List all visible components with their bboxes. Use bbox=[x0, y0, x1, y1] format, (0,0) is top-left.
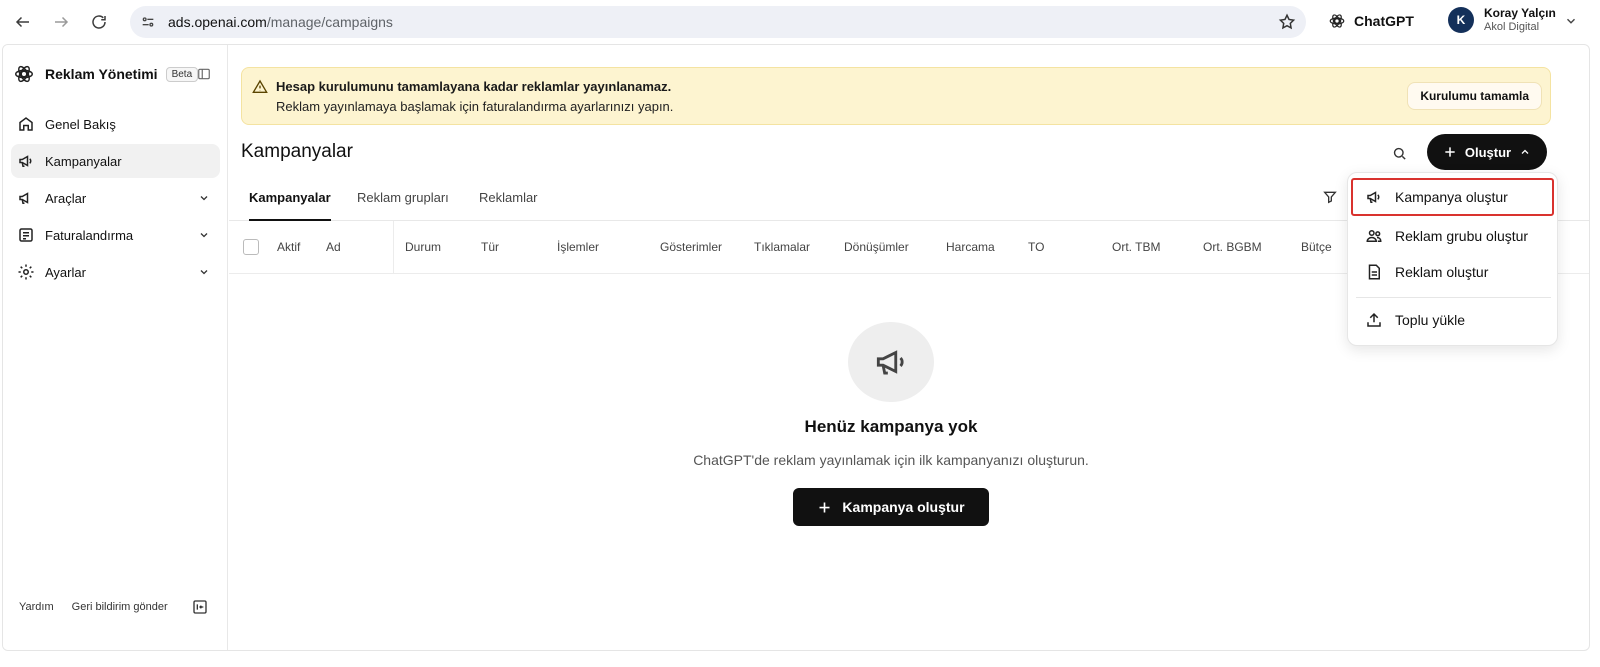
sidebar-footer: Yardım Geri bildirim gönder bbox=[19, 599, 219, 615]
beta-badge: Beta bbox=[165, 66, 199, 82]
create-campaign-label: Kampanya oluştur bbox=[842, 499, 965, 515]
tab-campaigns[interactable]: Kampanyalar bbox=[249, 190, 331, 205]
openai-logo-icon bbox=[13, 63, 35, 85]
chatgpt-label: ChatGPT bbox=[1354, 13, 1414, 29]
main-content: Hesap kurulumunu tamamlayana kadar rekla… bbox=[229, 45, 1589, 650]
help-link[interactable]: Yardım bbox=[19, 601, 54, 613]
sidebar-item-overview[interactable]: Genel Bakış bbox=[11, 107, 220, 141]
sidebar-toggle-icon[interactable] bbox=[197, 67, 211, 81]
megaphone-icon bbox=[17, 152, 35, 170]
chevron-down-icon[interactable] bbox=[1564, 14, 1578, 28]
column-header[interactable]: Ad bbox=[326, 240, 341, 254]
sidebar-item-label: Faturalandırma bbox=[45, 227, 134, 243]
feedback-link[interactable]: Geri bildirim gönder bbox=[72, 601, 168, 613]
chevron-down-icon bbox=[198, 192, 210, 204]
app-window: Reklam Yönetimi Beta Genel Bakış Kampany… bbox=[2, 44, 1590, 651]
column-divider bbox=[393, 221, 394, 274]
search-icon[interactable] bbox=[1387, 141, 1411, 165]
sidebar: Reklam Yönetimi Beta Genel Bakış Kampany… bbox=[3, 45, 228, 650]
create-button-label: Oluştur bbox=[1464, 144, 1512, 160]
browser-toolbar: ads.openai.com/manage/campaigns ChatGPT … bbox=[0, 0, 1600, 44]
empty-state-subtitle: ChatGPT'de reklam yayınlamak için ilk ka… bbox=[693, 452, 1089, 468]
select-all-checkbox[interactable] bbox=[243, 239, 259, 255]
back-icon[interactable] bbox=[11, 10, 35, 34]
megaphone-icon bbox=[17, 189, 35, 207]
url-host: ads.openai.com bbox=[168, 14, 267, 30]
forward-icon[interactable] bbox=[49, 10, 73, 34]
sidebar-item-campaigns[interactable]: Kampanyalar bbox=[11, 144, 220, 178]
column-header[interactable]: Harcama bbox=[946, 240, 995, 254]
page-title: Kampanyalar bbox=[241, 141, 353, 162]
menu-item-label: Toplu yükle bbox=[1395, 312, 1466, 328]
url-text: ads.openai.com/manage/campaigns bbox=[168, 14, 393, 30]
gear-icon bbox=[17, 263, 35, 281]
billing-icon bbox=[17, 226, 35, 244]
menu-item-bulk-upload[interactable]: Toplu yükle bbox=[1352, 302, 1553, 338]
menu-item-create-ad-group[interactable]: Reklam grubu oluştur bbox=[1352, 218, 1553, 254]
empty-state-title: Henüz kampanya yok bbox=[804, 417, 978, 436]
menu-separator bbox=[1356, 297, 1551, 298]
document-icon bbox=[1365, 263, 1383, 281]
account-menu[interactable]: K Koray Yalçın Akol Digital bbox=[1448, 6, 1556, 34]
users-icon bbox=[1365, 227, 1383, 245]
create-button[interactable]: Oluştur bbox=[1427, 134, 1547, 170]
address-bar[interactable]: ads.openai.com/manage/campaigns bbox=[130, 6, 1306, 38]
collapse-sidebar-icon[interactable] bbox=[192, 599, 208, 615]
site-settings-icon[interactable] bbox=[140, 14, 156, 30]
column-header[interactable]: Durum bbox=[405, 240, 441, 254]
sidebar-item-settings[interactable]: Ayarlar bbox=[11, 255, 220, 289]
menu-item-label: Kampanya oluştur bbox=[1395, 189, 1508, 205]
avatar: K bbox=[1448, 7, 1474, 33]
sidebar-item-label: Araçlar bbox=[45, 190, 87, 206]
tab-ads[interactable]: Reklamlar bbox=[479, 190, 538, 205]
menu-item-create-campaign[interactable]: Kampanya oluştur bbox=[1351, 178, 1554, 216]
chevron-down-icon bbox=[198, 266, 210, 278]
banner-title: Hesap kurulumunu tamamlayana kadar rekla… bbox=[276, 79, 672, 94]
column-header[interactable]: Ort. BGBM bbox=[1203, 240, 1262, 254]
column-header[interactable]: Tür bbox=[481, 240, 499, 254]
sidebar-item-label: Genel Bakış bbox=[45, 116, 116, 132]
setup-warning-banner: Hesap kurulumunu tamamlayana kadar rekla… bbox=[241, 67, 1551, 125]
openai-logo-icon bbox=[1328, 12, 1346, 30]
brand: Reklam Yönetimi Beta bbox=[13, 63, 199, 85]
account-org: Akol Digital bbox=[1484, 21, 1540, 33]
reload-icon[interactable] bbox=[87, 10, 111, 34]
sidebar-item-billing[interactable]: Faturalandırma bbox=[11, 218, 220, 252]
tab-ad-groups[interactable]: Reklam grupları bbox=[357, 190, 449, 205]
menu-item-create-ad[interactable]: Reklam oluştur bbox=[1352, 254, 1553, 290]
column-header[interactable]: TO bbox=[1028, 240, 1044, 254]
banner-text: Reklam yayınlamaya başlamak için fatural… bbox=[276, 99, 674, 114]
column-header[interactable]: Bütçe bbox=[1301, 240, 1332, 254]
megaphone-icon bbox=[1365, 188, 1383, 206]
column-header[interactable]: Dönüşümler bbox=[844, 240, 909, 254]
sidebar-item-label: Kampanyalar bbox=[45, 153, 122, 169]
account-name: Koray Yalçın bbox=[1484, 6, 1556, 20]
megaphone-icon bbox=[848, 322, 934, 402]
column-header[interactable]: Aktif bbox=[277, 240, 300, 254]
warning-icon bbox=[252, 79, 268, 95]
chevron-down-icon bbox=[198, 229, 210, 241]
column-header[interactable]: İşlemler bbox=[557, 240, 599, 254]
brand-title: Reklam Yönetimi bbox=[45, 66, 158, 82]
chatgpt-link[interactable]: ChatGPT bbox=[1328, 12, 1414, 30]
plus-icon bbox=[1443, 145, 1457, 159]
upload-icon bbox=[1365, 311, 1383, 329]
home-icon bbox=[17, 115, 35, 133]
filter-icon[interactable] bbox=[1322, 189, 1338, 205]
complete-setup-button[interactable]: Kurulumu tamamla bbox=[1407, 82, 1542, 110]
chevron-up-icon bbox=[1519, 146, 1531, 158]
menu-item-label: Reklam oluştur bbox=[1395, 264, 1489, 280]
sidebar-item-label: Ayarlar bbox=[45, 264, 86, 280]
create-dropdown-menu: Kampanya oluştur Reklam grubu oluştur Re… bbox=[1347, 172, 1558, 346]
plus-icon bbox=[817, 500, 832, 515]
column-header[interactable]: Tıklamalar bbox=[754, 240, 810, 254]
column-header[interactable]: Gösterimler bbox=[660, 240, 722, 254]
sidebar-item-tools[interactable]: Araçlar bbox=[11, 181, 220, 215]
create-campaign-button[interactable]: Kampanya oluştur bbox=[793, 488, 989, 526]
url-path: /manage/campaigns bbox=[266, 14, 393, 30]
menu-item-label: Reklam grubu oluştur bbox=[1395, 228, 1529, 244]
column-header[interactable]: Ort. TBM bbox=[1112, 240, 1160, 254]
bookmark-star-icon[interactable] bbox=[1278, 13, 1296, 31]
